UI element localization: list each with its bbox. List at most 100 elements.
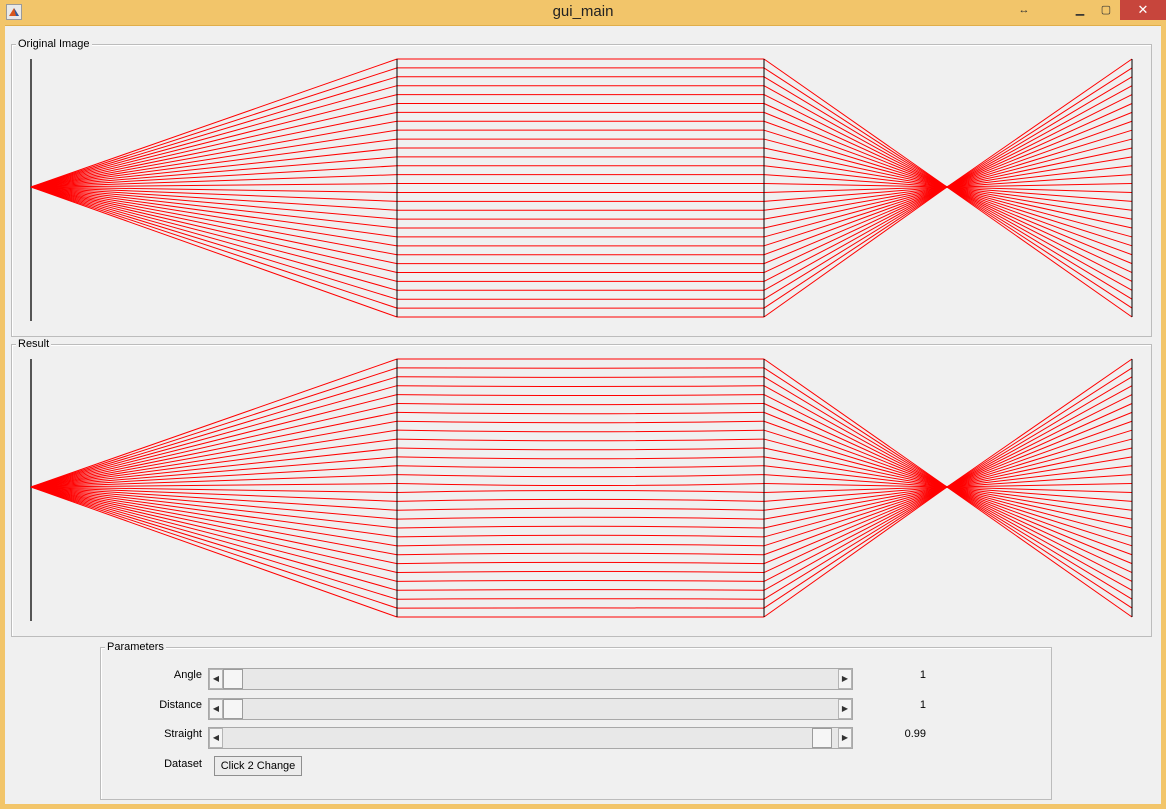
ray-diverge <box>946 76 1133 188</box>
ray-fan-in <box>30 486 398 600</box>
ray-parallel <box>396 516 765 520</box>
ray-diverge <box>946 486 1133 582</box>
ray-diverge <box>946 376 1133 488</box>
original-image-plot <box>30 58 1133 321</box>
ray-parallel <box>396 483 765 487</box>
original-image-panel: Original Image <box>11 38 1152 337</box>
ray-diverge <box>946 486 1133 609</box>
ray-parallel <box>396 507 765 511</box>
ray-converge <box>763 394 948 488</box>
straight-slider-right-arrow-icon[interactable]: ▶ <box>838 728 852 748</box>
ray-fan-in <box>30 102 398 188</box>
ray-fan-in <box>30 186 398 282</box>
ray-fan-in <box>30 138 398 188</box>
result-plot <box>30 358 1133 621</box>
ray-diverge <box>946 186 1133 282</box>
ray-converge <box>763 186 948 256</box>
ray-parallel <box>396 385 765 387</box>
ray-converge <box>763 403 948 488</box>
angle-slider-right-arrow-icon[interactable]: ▶ <box>838 669 852 689</box>
ray-converge <box>763 186 948 309</box>
distance-slider-thumb[interactable] <box>223 699 243 719</box>
ray-fan-in <box>30 186 398 309</box>
ray-fan-in <box>30 186 398 229</box>
resize-arrows-icon[interactable]: ↔ <box>1015 0 1033 20</box>
ray-converge <box>763 486 948 547</box>
ray-fan-in <box>30 486 398 529</box>
angle-slider-left-arrow-icon[interactable]: ◀ <box>209 669 223 689</box>
ray-converge <box>763 94 948 188</box>
distance-slider-left-arrow-icon[interactable]: ◀ <box>209 699 223 719</box>
ray-parallel <box>396 456 765 460</box>
ray-fan-in <box>30 486 398 556</box>
ray-parallel <box>396 474 765 478</box>
angle-value: 1 <box>919 669 926 681</box>
straight-slider-thumb[interactable] <box>812 728 833 748</box>
ray-diverge <box>946 186 1133 291</box>
parameters-panel: Parameters Angle ◀ ▶ 1 Distance ◀ ▶ 1 St… <box>100 641 1052 800</box>
minimize-button[interactable]: ▁ <box>1070 0 1090 20</box>
distance-slider-right-arrow-icon[interactable]: ▶ <box>838 699 852 719</box>
ray-converge <box>763 486 948 529</box>
ray-converge <box>763 186 948 291</box>
distance-slider[interactable]: ◀ ▶ <box>208 698 853 720</box>
ray-diverge <box>946 186 1133 256</box>
result-panel: Result <box>11 338 1152 637</box>
ray-fan-in <box>30 129 398 188</box>
ray-diverge <box>946 103 1133 188</box>
ray-parallel <box>396 552 765 556</box>
ray-converge <box>763 138 948 188</box>
ray-converge <box>763 129 948 188</box>
close-button[interactable]: ✕ <box>1120 0 1166 20</box>
ray-parallel <box>396 561 765 565</box>
ray-diverge <box>946 186 1133 247</box>
angle-slider[interactable]: ◀ ▶ <box>208 668 853 690</box>
ray-fan-in <box>30 186 398 300</box>
ray-converge <box>763 486 948 582</box>
distance-value: 1 <box>919 699 926 711</box>
ray-parallel <box>396 411 765 415</box>
ray-diverge <box>946 486 1133 600</box>
dataset-label: Dataset <box>164 758 202 770</box>
ray-diverge <box>946 486 1133 556</box>
ray-diverge <box>946 429 1133 488</box>
ray-diverge <box>946 186 1133 309</box>
ray-converge <box>763 376 948 488</box>
ray-diverge <box>946 486 1133 547</box>
ray-parallel <box>396 579 765 582</box>
straight-slider-left-arrow-icon[interactable]: ◀ <box>209 728 223 748</box>
ray-diverge <box>946 186 1133 229</box>
ray-fan-in <box>30 402 398 488</box>
ray-converge <box>763 103 948 188</box>
straight-label: Straight <box>164 728 202 740</box>
maximize-button[interactable]: ▢ <box>1096 0 1116 20</box>
ray-diverge <box>946 94 1133 188</box>
ray-diverge <box>946 486 1133 591</box>
ray-parallel <box>396 420 765 424</box>
ray-parallel <box>396 465 765 469</box>
ray-fan-in <box>30 186 398 256</box>
ray-parallel <box>396 438 765 442</box>
ray-converge <box>763 438 948 488</box>
ray-fan-in <box>30 394 398 488</box>
dataset-change-button[interactable]: Click 2 Change <box>214 756 302 776</box>
ray-parallel <box>396 376 765 378</box>
ray-converge <box>763 186 948 300</box>
ray-converge <box>763 486 948 556</box>
ray-diverge <box>946 403 1133 488</box>
ray-converge <box>763 429 948 488</box>
ray-parallel <box>396 402 765 406</box>
ray-diverge <box>946 394 1133 488</box>
ray-fan-in <box>30 94 398 188</box>
ray-parallel <box>396 525 765 529</box>
ray-converge <box>763 76 948 188</box>
ray-fan-in <box>30 376 398 488</box>
ray-fan-in <box>30 486 398 591</box>
ray-diverge <box>946 138 1133 188</box>
angle-slider-thumb[interactable] <box>223 669 243 689</box>
ray-parallel <box>396 498 765 502</box>
ray-fan-in <box>30 438 398 488</box>
ray-diverge <box>946 129 1133 188</box>
ray-parallel <box>396 489 765 493</box>
straight-slider[interactable]: ◀ ▶ <box>208 727 853 749</box>
